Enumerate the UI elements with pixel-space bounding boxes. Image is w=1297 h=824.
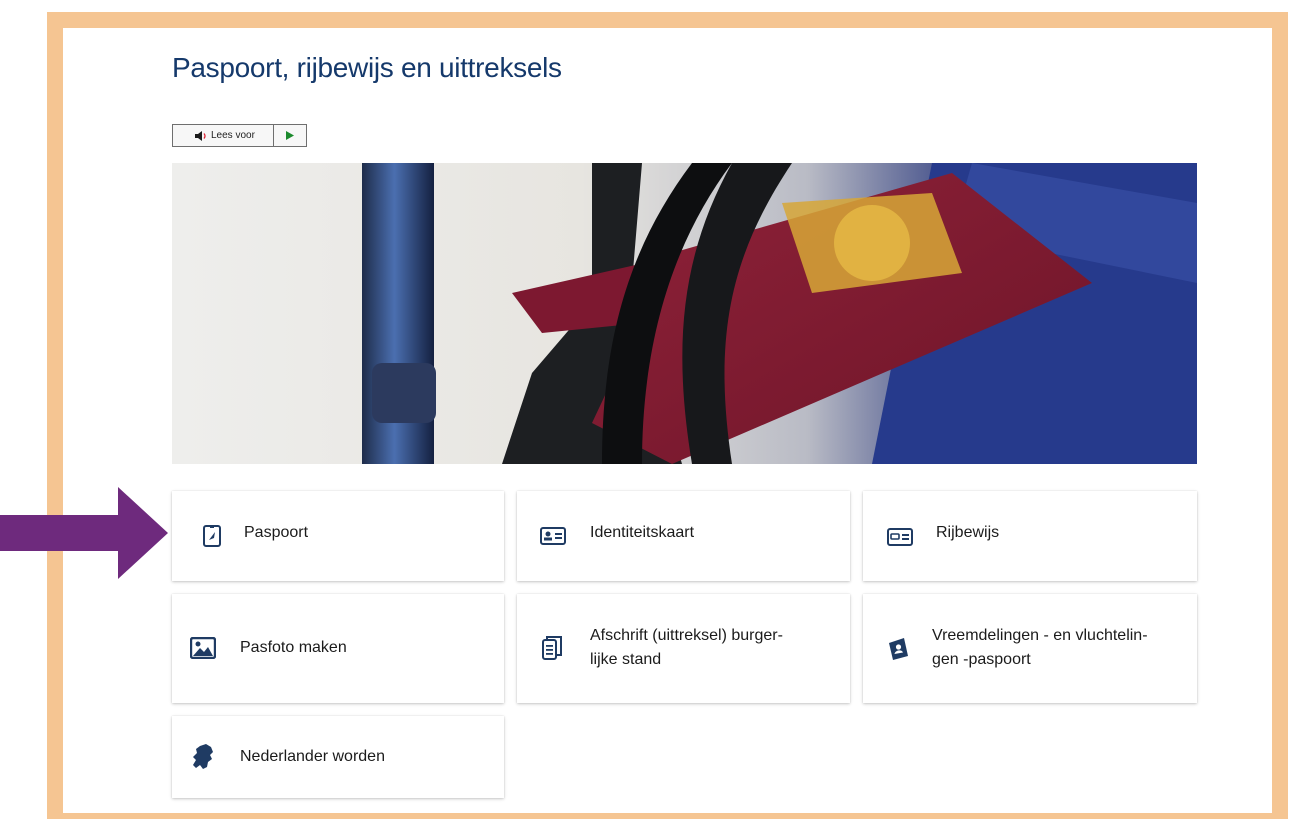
tile-label: Pasfoto maken — [240, 639, 347, 656]
tile-label-line-2: gen -paspoort — [932, 651, 1031, 668]
speaker-icon — [195, 130, 206, 141]
play-icon — [286, 131, 294, 140]
tile-label-line-1: Afschrift (uittreksel) burger- — [590, 627, 783, 644]
netherlands-map-icon — [190, 744, 216, 770]
passport-icon — [199, 523, 225, 549]
tile-label-line-2: lijke stand — [590, 651, 662, 668]
document-icon — [539, 635, 565, 661]
tile-label: Nederlander worden — [240, 748, 385, 765]
read-aloud-button[interactable]: Lees voor — [173, 125, 273, 146]
arrow-pointer-icon — [0, 487, 168, 579]
read-aloud-label: Lees voor — [211, 130, 255, 141]
id-card-icon — [540, 523, 566, 549]
travel-document-icon — [885, 636, 911, 662]
tile-label: Identiteitskaart — [590, 524, 695, 541]
driving-license-icon — [887, 524, 913, 550]
tile-pasfoto-maken[interactable]: Pasfoto maken — [172, 594, 504, 703]
read-aloud-widget[interactable]: Lees voor — [172, 124, 307, 147]
tile-rijbewijs[interactable]: Rijbewijs — [863, 491, 1197, 581]
page-title: Paspoort, rijbewijs en uittreksels — [172, 52, 562, 83]
play-button[interactable] — [273, 125, 306, 146]
photo-icon — [190, 635, 216, 661]
tile-nederlander-worden[interactable]: Nederlander worden — [172, 716, 504, 798]
tile-vreemdelingen-vluchtelingen-paspoort[interactable]: Vreemdelingen - en vluchtelin- gen -pasp… — [863, 594, 1197, 703]
tile-paspoort[interactable]: Paspoort — [172, 491, 504, 581]
tile-label-line-1: Vreemdelingen - en vluchtelin- — [932, 627, 1148, 644]
tile-identiteitskaart[interactable]: Identiteitskaart — [517, 491, 850, 581]
tile-afschrift-burgerlijke-stand[interactable]: Afschrift (uittreksel) burger- lijke sta… — [517, 594, 850, 703]
tile-label: Paspoort — [244, 524, 309, 541]
tile-label: Rijbewijs — [936, 524, 1000, 541]
hero-image — [172, 163, 1197, 464]
